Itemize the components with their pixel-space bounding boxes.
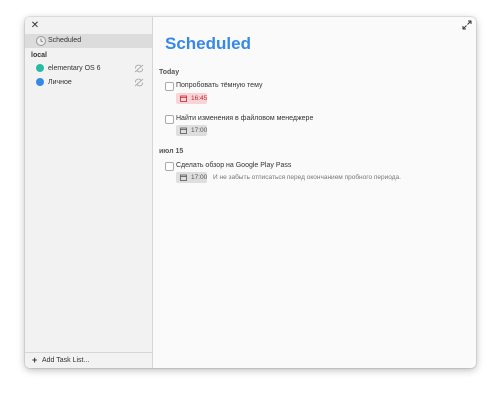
sync-off-icon <box>134 64 144 73</box>
app-window: ✕ Scheduled local elementary OS 6 Личное <box>25 17 476 368</box>
task-checkbox[interactable] <box>165 115 174 124</box>
due-time-chip[interactable]: 17:00 <box>176 172 207 183</box>
plus-icon: + <box>32 355 38 365</box>
close-icon[interactable]: ✕ <box>29 20 41 32</box>
task-title[interactable]: Найти изменения в файловом менеджере <box>176 114 313 124</box>
main-content: Scheduled Today Попробовать тёмную тему … <box>153 17 476 368</box>
task-note: И не забыть отписаться перед окончанием … <box>213 174 401 181</box>
page-title: Scheduled <box>165 34 251 53</box>
due-time-chip[interactable]: 16:45 <box>176 93 207 104</box>
sidebar: ✕ Scheduled local elementary OS 6 Личное <box>25 17 153 368</box>
sidebar-item-personal[interactable]: Личное <box>25 76 152 89</box>
task-checkbox[interactable] <box>165 162 174 171</box>
sidebar-item-scheduled[interactable]: Scheduled <box>25 34 152 48</box>
add-task-list-label: Add Task List... <box>42 357 90 364</box>
task-title[interactable]: Сделать обзор на Google Play Pass <box>176 161 291 171</box>
group-header-date: июл 15 <box>159 148 184 155</box>
add-task-list-button[interactable]: + Add Task List... <box>25 352 152 368</box>
due-time: 17:00 <box>191 174 208 181</box>
calendar-icon <box>180 174 187 181</box>
list-color-dot <box>36 64 44 72</box>
list-color-dot <box>36 78 44 86</box>
sidebar-item-label: Scheduled <box>48 37 82 44</box>
task-checkbox[interactable] <box>165 82 174 91</box>
calendar-icon <box>180 127 187 134</box>
due-time: 16:45 <box>191 95 208 102</box>
expand-icon[interactable] <box>462 20 472 30</box>
sidebar-item-label: elementary OS 6 <box>48 65 101 72</box>
group-header-today: Today <box>159 69 180 76</box>
sidebar-item-label: Личное <box>48 79 72 86</box>
task-title[interactable]: Попробовать тёмную тему <box>176 81 262 91</box>
calendar-icon <box>180 95 187 102</box>
sidebar-item-elementary-os[interactable]: elementary OS 6 <box>25 62 152 75</box>
clock-icon <box>36 36 46 46</box>
due-time-chip[interactable]: 17:00 <box>176 125 207 136</box>
sidebar-section-header: local <box>31 52 47 59</box>
due-time: 17:00 <box>191 127 208 134</box>
sync-off-icon <box>134 78 144 87</box>
